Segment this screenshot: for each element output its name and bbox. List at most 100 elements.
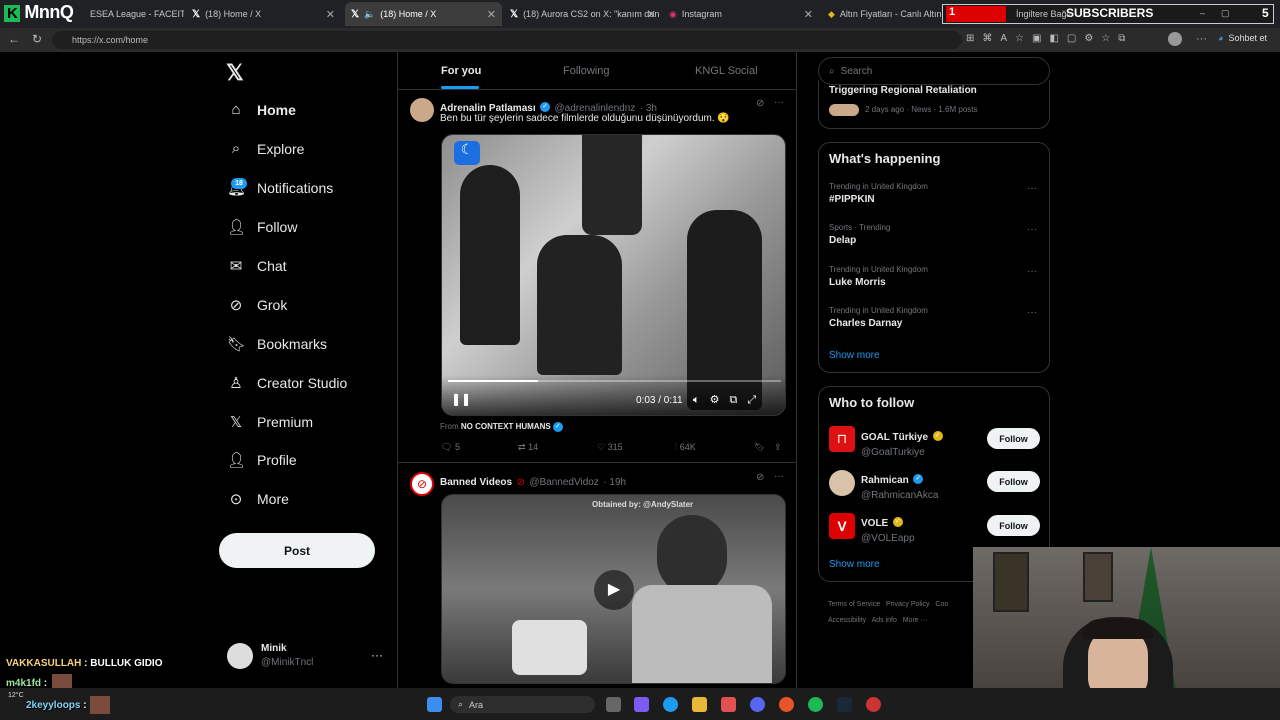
window-controls[interactable]: –▢: [1200, 8, 1246, 19]
post-time[interactable]: · 19h: [603, 477, 626, 488]
footer-link[interactable]: Terms of Service: [828, 601, 880, 608]
show-more-link[interactable]: Show more: [829, 559, 880, 570]
nav-premium[interactable]: 𝕏 Premium: [227, 413, 313, 431]
follow-suggestion[interactable]: Rahmican ✓ @RahmicanAkca: [861, 470, 938, 501]
follow-button[interactable]: Follow: [987, 471, 1040, 492]
tab-kngl-social[interactable]: KNGL Social: [695, 65, 758, 77]
tab-for-you[interactable]: For you: [441, 65, 481, 77]
account-more-icon[interactable]: ···: [371, 648, 383, 662]
nav-profile[interactable]: 👤︎ Profile: [227, 451, 297, 469]
more-icon[interactable]: ···: [1027, 183, 1037, 194]
tab-altin[interactable]: ◆ Altın Fiyatları - Canlı Altın Ku: [822, 2, 944, 26]
app-icon[interactable]: [866, 697, 881, 712]
nav-follow[interactable]: 👤︎ Follow: [227, 218, 297, 236]
show-more-link[interactable]: Show more: [829, 350, 880, 361]
url-field[interactable]: https://x.com/home: [52, 31, 962, 49]
app-icon[interactable]: [779, 697, 794, 712]
video-progress-track[interactable]: [448, 380, 781, 382]
discord-icon[interactable]: [750, 697, 765, 712]
views-button[interactable]: ⫶ 64K: [675, 442, 696, 453]
close-icon[interactable]: ✕: [804, 8, 813, 21]
close-icon[interactable]: ✕: [487, 8, 496, 21]
nav-more[interactable]: ⊙ More: [227, 490, 289, 508]
footer-link[interactable]: Ads info: [872, 617, 897, 624]
tab-home-1[interactable]: 𝕏 (18) Home / X ✕: [186, 2, 341, 26]
more-icon[interactable]: ···: [774, 97, 784, 108]
nav-creator-studio[interactable]: ♙ Creator Studio: [227, 374, 347, 392]
news-card[interactable]: Triggering Regional Retaliation 2 days a…: [818, 80, 1050, 129]
nav-chat[interactable]: ✉ Chat: [227, 257, 287, 275]
post-handle[interactable]: @BannedVidoz: [529, 477, 598, 488]
from-source[interactable]: NO CONTEXT HUMANS: [461, 422, 551, 431]
account-switcher[interactable]: Minik @MinikTncl: [261, 643, 313, 668]
weather-widget[interactable]: 12°C: [8, 692, 24, 699]
footer-link[interactable]: Privacy Policy: [886, 601, 930, 608]
speaker-icon[interactable]: 🔈: [364, 9, 375, 20]
tab-ingiltere[interactable]: İngiltere Bağımsızl: [1010, 2, 1070, 26]
back-icon[interactable]: ←: [8, 32, 20, 46]
tab-home-2[interactable]: 𝕏 🔈 (18) Home / X ✕: [345, 2, 502, 26]
file-explorer-icon[interactable]: [692, 697, 707, 712]
close-icon[interactable]: ✕: [326, 8, 335, 21]
tab-aurora[interactable]: 𝕏 (18) Aurora CS2 on X: "kanım don ✕: [504, 2, 662, 26]
video-control-icons[interactable]: 🔈︎⚙⧉⤢: [693, 393, 766, 407]
browser-toolbar-icons[interactable]: ⊞⌘A☆▣◧▢⚙☆⧉: [966, 33, 1133, 44]
trend-item[interactable]: Trending in United Kingdom Luke Morris: [829, 265, 928, 288]
follow-suggestion[interactable]: VOLE ✓ @VOLEapp: [861, 513, 915, 544]
trend-item[interactable]: Trending in United Kingdom Charles Darnay: [829, 306, 928, 329]
task-view-icon[interactable]: [606, 697, 621, 712]
nav-explore[interactable]: ⌕ Explore: [227, 140, 305, 157]
avatar[interactable]: V: [829, 513, 855, 539]
trend-item[interactable]: Sports · Trending Delap: [829, 223, 890, 246]
avatar[interactable]: ⊓: [829, 426, 855, 452]
spotify-icon[interactable]: [808, 697, 823, 712]
tab-following[interactable]: Following: [563, 65, 609, 77]
nav-bookmarks[interactable]: 🔖︎ Bookmarks: [227, 335, 327, 353]
more-icon[interactable]: ···: [774, 471, 784, 482]
more-icon[interactable]: ···: [1027, 266, 1037, 277]
menu-dots-icon[interactable]: ···: [1196, 33, 1207, 45]
copilot-button[interactable]: ◕ Sohbet et: [1218, 33, 1267, 43]
footer-link[interactable]: More ···: [903, 617, 928, 624]
edge-icon[interactable]: [663, 697, 678, 712]
footer-link[interactable]: Accessibility: [828, 617, 866, 624]
like-button[interactable]: ♡ 315: [597, 442, 623, 453]
follow-suggestion[interactable]: GOAL Türkiye ✓ @GoalTurkiye: [861, 427, 943, 458]
avatar[interactable]: [227, 643, 253, 669]
avatar[interactable]: [410, 98, 434, 122]
grok-icon[interactable]: ⊘: [756, 98, 764, 109]
copilot-app-icon[interactable]: [634, 697, 649, 712]
profile-avatar-icon[interactable]: [1168, 32, 1182, 46]
follow-button[interactable]: Follow: [987, 428, 1040, 449]
reload-icon[interactable]: ↻: [32, 32, 42, 46]
play-icon[interactable]: ▶: [594, 570, 634, 610]
post-button[interactable]: Post: [219, 533, 375, 568]
pause-icon[interactable]: ❚❚: [451, 392, 471, 406]
avatar[interactable]: [829, 470, 855, 496]
repost-button[interactable]: ⇄ 14: [518, 442, 538, 453]
app-icon[interactable]: [721, 697, 736, 712]
close-icon[interactable]: ✕: [647, 8, 656, 21]
share-icon[interactable]: ⇪: [774, 442, 782, 453]
bookmark-icon[interactable]: 🔖︎: [754, 442, 765, 453]
video-player[interactable]: Obtained by: @AndySlater ▶: [441, 494, 786, 684]
post-author[interactable]: Banned Videos: [440, 477, 512, 488]
video-player[interactable]: ☾ ❚❚ 0:03 / 0:11 🔈︎⚙⧉⤢: [441, 134, 786, 416]
steam-icon[interactable]: [837, 697, 852, 712]
trend-item[interactable]: Trending in United Kingdom #PIPPKIN: [829, 182, 928, 205]
footer-link[interactable]: Coo: [935, 601, 948, 608]
reply-button[interactable]: 🗨︎ 5: [441, 442, 460, 453]
tab-faceit[interactable]: ESEA League - FACEIT: [84, 2, 184, 26]
x-logo-icon[interactable]: 𝕏: [226, 60, 244, 86]
windows-start-icon[interactable]: [427, 697, 442, 712]
more-icon[interactable]: ···: [1027, 307, 1037, 318]
x-logo-icon: 𝕏: [229, 414, 243, 431]
grok-icon[interactable]: ⊘: [756, 472, 764, 483]
follow-button[interactable]: Follow: [987, 515, 1040, 536]
tab-instagram[interactable]: ◉ Instagram ✕: [663, 2, 819, 26]
nav-home[interactable]: ⌂ Home: [227, 101, 295, 118]
nav-grok[interactable]: ⊘ Grok: [227, 296, 288, 314]
taskbar-search[interactable]: ⌕ Ara: [450, 696, 595, 713]
avatar[interactable]: ⊘: [410, 472, 434, 496]
more-icon[interactable]: ···: [1027, 224, 1037, 235]
